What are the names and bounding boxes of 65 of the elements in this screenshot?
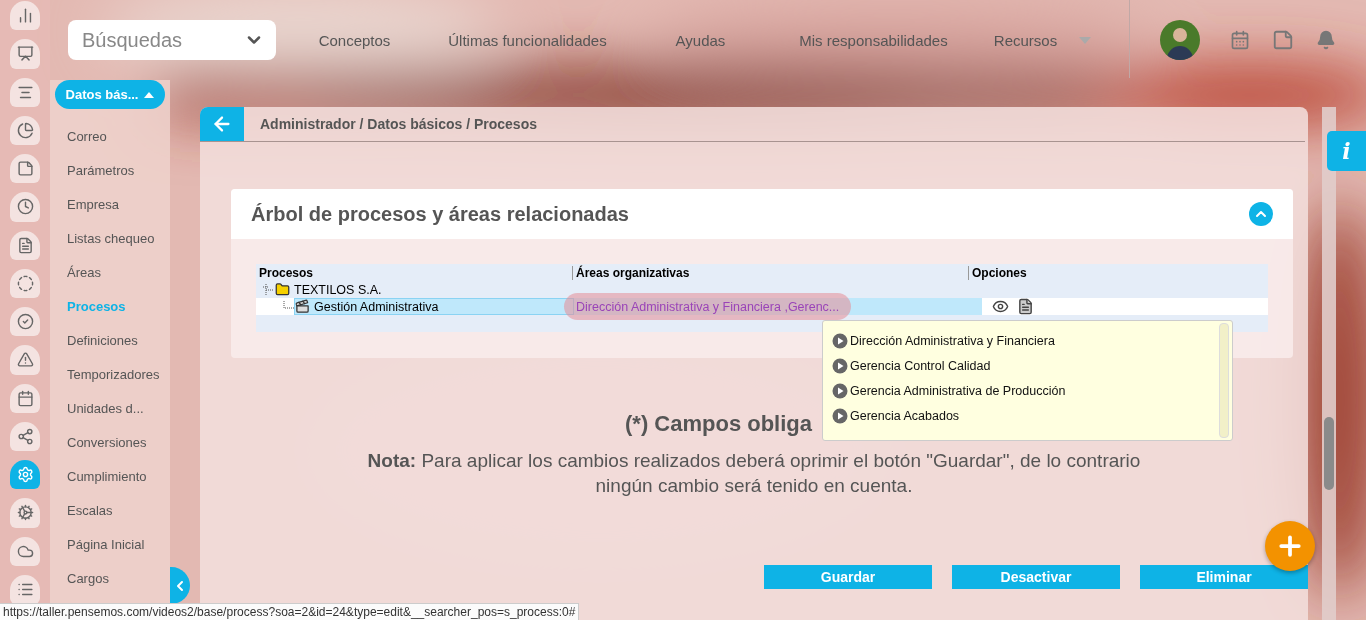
required-fields-title: (*) Campos obliga: [625, 410, 812, 438]
column-header: Áreas organizativas: [572, 265, 968, 280]
clock-icon: [16, 198, 34, 216]
folder-icon: [275, 282, 290, 297]
search-field[interactable]: Búsquedas: [80, 27, 244, 53]
view-icon[interactable]: [992, 298, 1009, 315]
bell-icon[interactable]: [1316, 30, 1336, 50]
caret-up-icon: [144, 91, 155, 98]
menu-item[interactable]: Empresa: [50, 187, 170, 221]
nav-link[interactable]: Conceptos: [318, 31, 391, 49]
play-icon: [832, 382, 848, 399]
menu-item[interactable]: Cargos: [50, 561, 170, 595]
menu-item[interactable]: Escalas: [50, 493, 170, 527]
rail-button[interactable]: [10, 345, 40, 375]
menu-item[interactable]: Conversiones: [50, 425, 170, 459]
popup-item: Gerencia Acabados: [832, 403, 1232, 428]
check-icon: [16, 313, 34, 331]
popup-item: Gerencia Administrativa de Producción: [832, 378, 1232, 403]
nav-link[interactable]: Últimas funcionalidades: [448, 31, 607, 49]
document-icon[interactable]: [1017, 298, 1034, 315]
menu-item[interactable]: Temporizadores: [50, 357, 170, 391]
collapse-panel-button[interactable]: [1249, 202, 1273, 226]
column-header: Opciones: [968, 265, 1066, 280]
calendar-icon: [16, 389, 34, 407]
warning-icon: [16, 351, 34, 369]
menu-item[interactable]: Listas chequeo: [50, 221, 170, 255]
clapperboard-icon: [295, 299, 310, 314]
tree-node[interactable]: Gestión Administrativa: [294, 298, 574, 315]
menu-item[interactable]: Áreas: [50, 255, 170, 289]
document-icon: [16, 236, 34, 254]
play-icon: [832, 357, 848, 374]
column-header: Procesos: [258, 265, 315, 280]
nav-link[interactable]: Mis responsabilidades: [799, 31, 948, 49]
note-text: Nota: Para aplicar los cambios realizados deberá oprimir el botón "Guardar", de lo contrario ningún cambio será tenido en cuenta.: [366, 449, 1142, 498]
panel-title: Árbol de procesos y áreas relacionadas: [251, 202, 629, 226]
url-status-tooltip: https://taller.pensemos.com/videos2/base/process?soa=2&id=24&type=edit&__searcher_pos=s_process:0#: [0, 603, 580, 620]
popup-item: Gerencia Control Calidad: [832, 353, 1232, 378]
scrollbar-thumb[interactable]: [1324, 417, 1334, 490]
tree-node[interactable]: TEXTILOS S.A.: [274, 281, 383, 298]
pie-chart-icon: [16, 121, 34, 139]
nav-link[interactable]: Ayudas: [675, 31, 726, 49]
network-icon: [16, 427, 34, 445]
menu-item[interactable]: Página Inicial: [50, 527, 170, 561]
rail-button[interactable]: [10, 498, 40, 528]
presentation-icon: [16, 45, 34, 63]
search-dropdown[interactable]: Búsquedas: [68, 20, 276, 60]
menu-item[interactable]: Unidades d...: [50, 391, 170, 425]
menu-item[interactable]: Cumplimiento: [50, 459, 170, 493]
play-icon: [832, 332, 848, 349]
settings-icon: [16, 466, 34, 484]
rail-button[interactable]: [10, 192, 40, 222]
calendar-icon[interactable]: [1230, 30, 1250, 50]
popup-item: Dirección Administrativa y Financiera: [832, 328, 1232, 353]
menu-item[interactable]: Parámetros: [50, 153, 170, 187]
back-button[interactable]: [200, 107, 244, 141]
play-icon: [832, 407, 848, 424]
breadcrumb: Administrador / Datos básicos / Procesos: [260, 116, 537, 132]
dashed-circle-icon: [16, 274, 34, 292]
popup-scrollbar[interactable]: [1219, 323, 1229, 438]
menu-item[interactable]: Correo: [50, 119, 170, 153]
tree-expander-icon[interactable]: [260, 283, 274, 296]
rail-button[interactable]: [10, 39, 40, 69]
areas-link[interactable]: Dirección Administrativa y Financiera ,Gerenc...: [564, 293, 852, 320]
menu-item[interactable]: Definiciones: [50, 323, 170, 357]
nav-link[interactable]: Recursos: [993, 31, 1058, 49]
